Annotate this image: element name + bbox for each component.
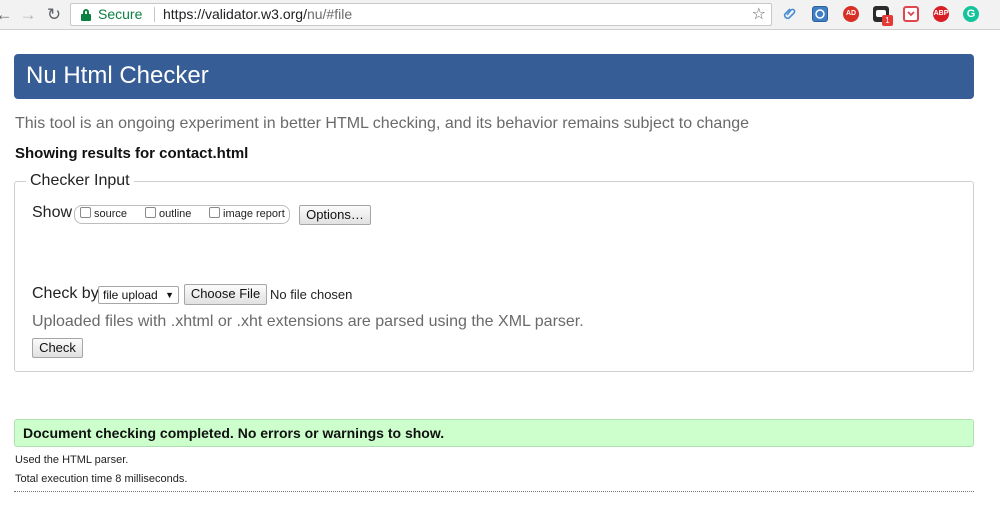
check-button[interactable]: Check [32, 338, 83, 358]
chevron-down-icon: ▼ [165, 290, 174, 300]
show-label: Show [32, 204, 73, 221]
check-by-label: Check by [32, 285, 99, 302]
header-banner: Nu Html Checker [14, 54, 974, 99]
notification-badge: 1 [882, 15, 893, 26]
secure-label: Secure [98, 6, 143, 22]
ad-icon[interactable]: AD [843, 6, 859, 22]
check-by-select[interactable]: file upload ▼ [98, 286, 179, 304]
results-heading: Showing results for contact.html [15, 145, 249, 162]
checker-input-legend: Checker Input [30, 172, 130, 189]
show-image-report-option[interactable]: image report [209, 207, 285, 220]
browser-toolbar: ← → ↻ Secure https://validator.w3.org/nu… [0, 0, 1000, 30]
source-option-label: source [94, 208, 128, 220]
url-path: nu/#file [306, 6, 353, 22]
image-report-checkbox[interactable] [209, 207, 220, 218]
options-button[interactable]: Options… [299, 205, 371, 225]
intro-text: This tool is an ongoing experiment in be… [15, 115, 750, 132]
checker-input-fieldset: Checker Input [14, 172, 974, 372]
page-title: Nu Html Checker [26, 62, 209, 89]
divider [14, 491, 974, 492]
sync-icon[interactable] [812, 6, 828, 22]
grammarly-icon[interactable]: G [963, 6, 979, 22]
check-by-selected-value: file upload [103, 288, 158, 302]
lock-icon [81, 9, 91, 21]
execution-time: Total execution time 8 milliseconds. [15, 473, 188, 485]
show-source-option[interactable]: source [80, 207, 127, 220]
url-host: https://validator.w3.org/ [163, 6, 307, 22]
pocket-icon[interactable] [903, 6, 919, 22]
reload-icon[interactable]: ↻ [44, 5, 64, 25]
abp-icon[interactable]: ABP [933, 6, 949, 22]
no-file-chosen-text: No file chosen [270, 287, 353, 302]
outline-checkbox[interactable] [145, 207, 156, 218]
source-checkbox[interactable] [80, 207, 91, 218]
success-message: Document checking completed. No errors o… [23, 425, 445, 441]
url-text[interactable]: https://validator.w3.org/nu/#file [163, 4, 352, 25]
address-bar[interactable]: Secure https://validator.w3.org/nu/#file… [70, 3, 772, 26]
url-separator [154, 7, 155, 22]
forward-icon[interactable]: → [18, 5, 38, 25]
show-options-group: source outline image report [74, 205, 290, 224]
choose-file-button[interactable]: Choose File [184, 284, 267, 305]
bookmark-star-icon[interactable]: ☆ [752, 4, 766, 25]
show-outline-option[interactable]: outline [145, 207, 191, 220]
outline-option-label: outline [159, 208, 192, 220]
success-message-box: Document checking completed. No errors o… [14, 419, 974, 447]
image-report-option-label: image report [223, 208, 285, 220]
paperclip-icon[interactable] [782, 6, 798, 22]
back-icon[interactable]: ← [0, 5, 14, 25]
xml-parser-hint: Uploaded files with .xhtml or .xht exten… [32, 313, 584, 330]
parser-info: Used the HTML parser. [15, 454, 129, 466]
